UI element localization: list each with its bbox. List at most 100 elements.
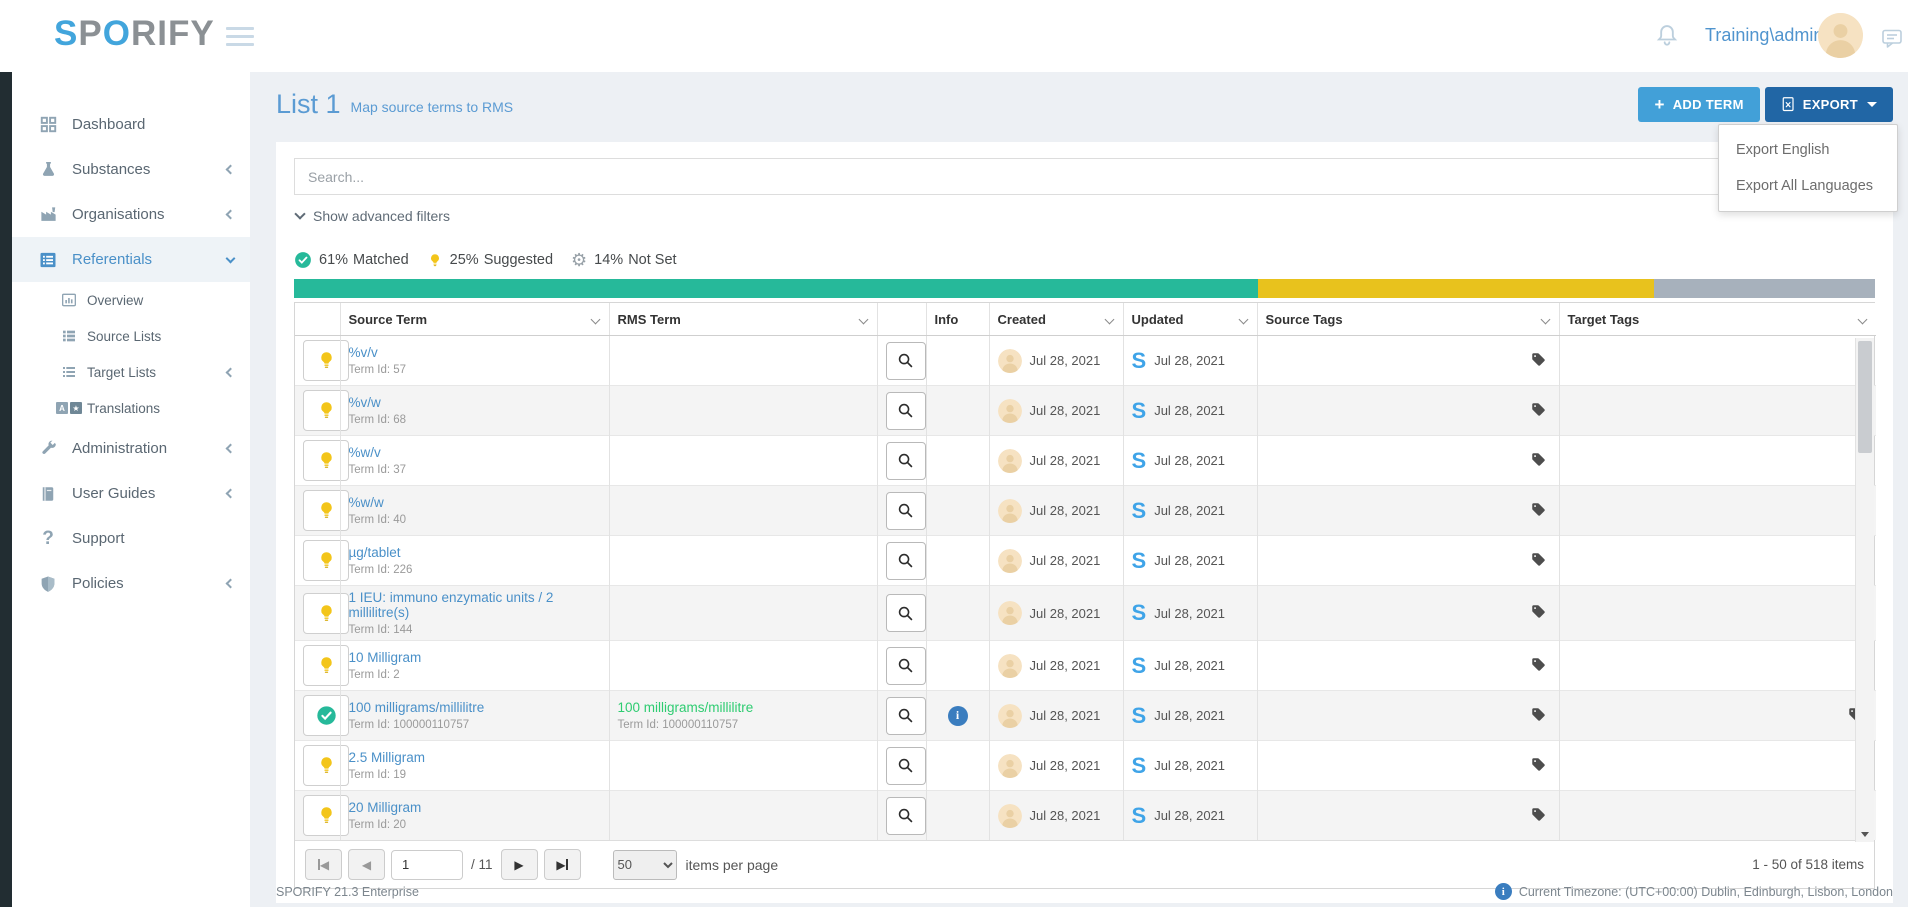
rms-term-link[interactable]: 100 milligrams/millilitre	[618, 700, 754, 715]
source-term-link[interactable]: %v/v	[349, 345, 378, 360]
sidebar-item-policies[interactable]: Policies	[12, 561, 250, 606]
table-row: 2.5 MilligramTerm Id: 19Jul 28, 2021SJul…	[295, 741, 1876, 791]
tag-icon[interactable]	[1531, 760, 1546, 775]
per-page-select[interactable]: 50	[613, 850, 677, 880]
export-button[interactable]: EXPORT	[1765, 87, 1893, 122]
tag-icon[interactable]	[1531, 555, 1546, 570]
column-header-source-term[interactable]: Source Term	[340, 303, 609, 336]
scrollbar-thumb[interactable]	[1858, 341, 1872, 453]
first-page-button[interactable]: ◀	[305, 849, 342, 880]
sidebar-item-referentials[interactable]: Referentials	[12, 237, 250, 282]
sporify-logo[interactable]: SPORIFY	[54, 14, 215, 54]
sidebar-item-user-guides[interactable]: User Guides	[12, 471, 250, 516]
column-menu-chevron-icon[interactable]	[1858, 315, 1868, 325]
chat-icon[interactable]	[1880, 26, 1904, 50]
source-term-link[interactable]: 2.5 Milligram	[349, 750, 426, 765]
previous-page-button[interactable]: ◀	[348, 849, 385, 880]
column-menu-chevron-icon[interactable]	[1238, 315, 1248, 325]
column-menu-chevron-icon[interactable]	[1540, 315, 1550, 325]
tag-icon[interactable]	[1531, 505, 1546, 520]
column-header-created[interactable]: Created	[989, 303, 1123, 336]
status-cell	[295, 436, 340, 486]
created-date: Jul 28, 2021	[1030, 808, 1101, 823]
magnifier-button[interactable]	[886, 797, 926, 835]
logged-in-user[interactable]: Training\admin	[1705, 25, 1823, 46]
scrollbar-down-arrow-icon[interactable]	[1861, 832, 1869, 837]
search-term-cell	[877, 641, 926, 691]
magnifier-button[interactable]	[886, 747, 926, 785]
updated-cell: SJul 28, 2021	[1123, 536, 1257, 586]
sidebar-item-source-lists[interactable]: Source Lists	[12, 318, 250, 354]
tag-icon[interactable]	[1531, 607, 1546, 622]
sidebar-item-dashboard[interactable]: Dashboard	[12, 102, 250, 147]
sidebar-item-label: Dashboard	[72, 116, 145, 133]
sidebar-item-administration[interactable]: Administration	[12, 426, 250, 471]
logo-letter: P	[78, 14, 102, 53]
search-term-cell	[877, 486, 926, 536]
column-header-source-tags[interactable]: Source Tags	[1257, 303, 1559, 336]
page-number-input[interactable]	[391, 850, 463, 880]
magnifier-button[interactable]	[886, 542, 926, 580]
advanced-filters-toggle[interactable]: Show advanced filters	[294, 208, 524, 224]
sidebar-item-support[interactable]: ? Support	[12, 516, 250, 561]
magnifier-button[interactable]	[886, 392, 926, 430]
sidebar-item-label: Source Lists	[87, 329, 161, 344]
sidebar-item-overview[interactable]: Overview	[12, 282, 250, 318]
last-page-button[interactable]: ▶	[544, 849, 581, 880]
source-term-link[interactable]: 20 Milligram	[349, 800, 422, 815]
info-icon[interactable]: i	[948, 706, 968, 726]
source-term-link[interactable]: 100 milligrams/millilitre	[349, 700, 485, 715]
tag-icon[interactable]	[1531, 810, 1546, 825]
search-term-cell	[877, 791, 926, 841]
tag-icon[interactable]	[1531, 355, 1546, 370]
add-term-button[interactable]: + ADD TERM	[1638, 87, 1759, 122]
created-cell: Jul 28, 2021	[989, 641, 1123, 691]
menu-item-export-english[interactable]: Export English	[1719, 132, 1897, 168]
menu-item-export-all-languages[interactable]: Export All Languages	[1719, 168, 1897, 204]
created-cell: Jul 28, 2021	[989, 436, 1123, 486]
items-per-page-label: items per page	[686, 857, 779, 873]
sidebar-item-translations[interactable]: A ★ Translations	[12, 390, 250, 426]
created-cell: Jul 28, 2021	[989, 586, 1123, 641]
tag-icon[interactable]	[1531, 660, 1546, 675]
translate-a-glyph: A	[56, 402, 68, 414]
source-term-link[interactable]: 1 IEU: immuno enzymatic units / 2 millil…	[349, 590, 554, 620]
source-term-link[interactable]: %w/v	[349, 445, 381, 460]
magnifier-button[interactable]	[886, 594, 926, 632]
tag-icon[interactable]	[1531, 710, 1546, 725]
tag-icon[interactable]	[1531, 455, 1546, 470]
sidebar-item-organisations[interactable]: Organisations	[12, 192, 250, 237]
tag-icon[interactable]	[1531, 405, 1546, 420]
column-menu-chevron-icon[interactable]	[590, 315, 600, 325]
magnifier-button[interactable]	[886, 442, 926, 480]
source-term-link[interactable]: %v/w	[349, 395, 381, 410]
updated-cell: SJul 28, 2021	[1123, 791, 1257, 841]
hamburger-menu-icon[interactable]	[226, 27, 254, 51]
source-tags-cell	[1257, 586, 1559, 641]
next-page-button[interactable]: ▶	[501, 849, 538, 880]
table-scrollbar[interactable]	[1855, 338, 1874, 842]
status-cell	[295, 691, 340, 741]
updated-date: Jul 28, 2021	[1154, 503, 1225, 518]
source-term-link[interactable]: 10 Milligram	[349, 650, 422, 665]
column-menu-chevron-icon[interactable]	[858, 315, 868, 325]
sidebar-item-substances[interactable]: Substances	[12, 147, 250, 192]
column-header-target-tags[interactable]: Target Tags	[1559, 303, 1876, 336]
status-cell	[295, 536, 340, 586]
column-menu-chevron-icon[interactable]	[1104, 315, 1114, 325]
search-input[interactable]	[294, 158, 1875, 195]
table-row: 20 MilligramTerm Id: 20Jul 28, 2021SJul …	[295, 791, 1876, 841]
user-avatar[interactable]	[1818, 13, 1863, 58]
magnifier-button[interactable]	[886, 492, 926, 530]
notifications-bell-icon[interactable]	[1653, 22, 1681, 50]
chevron-left-icon	[226, 579, 236, 589]
magnifier-button[interactable]	[886, 342, 926, 380]
column-header-rms-term[interactable]: RMS Term	[609, 303, 877, 336]
magnifier-button[interactable]	[886, 647, 926, 685]
sidebar-item-target-lists[interactable]: Target Lists	[12, 354, 250, 390]
source-term-link[interactable]: %w/w	[349, 495, 384, 510]
magnifier-button[interactable]	[886, 697, 926, 735]
bar-chart-icon	[60, 292, 78, 308]
column-header-updated[interactable]: Updated	[1123, 303, 1257, 336]
source-term-link[interactable]: µg/tablet	[349, 545, 401, 560]
